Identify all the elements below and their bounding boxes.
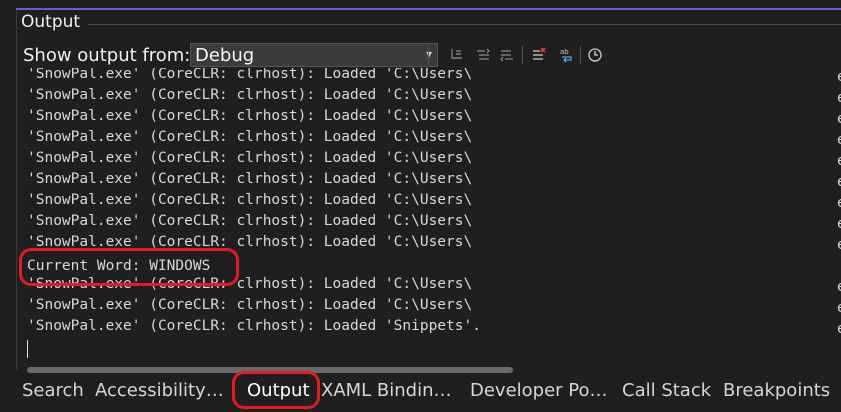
output-toolbar: Show output from: Debug ▾ ab (16, 40, 841, 70)
clipped-text: e (837, 237, 841, 253)
tool-window-tabs: Search Accessibility… Output XAML Bindin… (0, 374, 841, 412)
tab-xaml-binding[interactable]: XAML Bindin… (321, 380, 452, 401)
toolbar-separator (522, 46, 523, 64)
tab-breakpoints[interactable]: Breakpoints (723, 380, 830, 401)
output-line: 'SnowPal.exe' (CoreCLR: clrhost): Loaded… (27, 150, 473, 166)
panel-accent-line (16, 8, 841, 10)
clipped-text: e (837, 153, 841, 169)
clipped-text: e (837, 279, 841, 295)
clipped-text: e (837, 216, 841, 232)
show-output-label: Show output from: (23, 45, 191, 66)
toggle-timestamp-icon[interactable] (584, 44, 606, 66)
go-to-next-message-icon[interactable] (496, 44, 518, 66)
tab-developer-powershell[interactable]: Developer Po… (470, 380, 608, 401)
output-line: 'SnowPal.exe' (CoreCLR: clrhost): Loaded… (27, 87, 473, 103)
annotation-highlight-current-word (19, 248, 239, 286)
title-divider (88, 24, 841, 25)
toolbar-separator (580, 46, 581, 64)
output-line: 'SnowPal.exe' (CoreCLR: clrhost): Loaded… (27, 108, 473, 124)
output-line: 'SnowPal.exe' (CoreCLR: clrhost): Loaded… (27, 213, 473, 229)
clipped-text: e (837, 195, 841, 211)
clipped-text: e (837, 300, 841, 316)
output-line: 'SnowPal.exe' (CoreCLR: clrhost): Loaded… (27, 318, 481, 334)
tab-accessibility[interactable]: Accessibility… (95, 380, 224, 401)
output-text-area[interactable]: 'SnowPal.exe' (CoreCLR: clrhost): Loaded… (17, 68, 841, 364)
annotation-highlight-output-tab (232, 371, 320, 409)
output-line: 'SnowPal.exe' (CoreCLR: clrhost): Loaded… (27, 171, 473, 187)
clipped-text: e (837, 321, 841, 337)
output-line: 'SnowPal.exe' (CoreCLR: clrhost): Loaded… (27, 297, 473, 313)
output-line: 'SnowPal.exe' (CoreCLR: clrhost): Loaded… (27, 68, 473, 82)
clipped-text: e (837, 111, 841, 127)
toolbar-separator (428, 46, 429, 64)
clipped-text: e (837, 174, 841, 190)
output-line: 'SnowPal.exe' (CoreCLR: clrhost): Loaded… (27, 129, 473, 145)
clear-all-icon[interactable] (528, 44, 550, 66)
text-caret (27, 340, 28, 358)
output-source-value: Debug (195, 45, 255, 66)
go-to-previous-message-icon[interactable] (472, 44, 494, 66)
clipped-text: e (837, 132, 841, 148)
clipped-text: e (837, 69, 841, 85)
tab-call-stack[interactable]: Call Stack (622, 380, 711, 401)
panel-title: Output (21, 12, 81, 32)
find-message-in-code-icon[interactable] (446, 44, 468, 66)
output-line: 'SnowPal.exe' (CoreCLR: clrhost): Loaded… (27, 192, 473, 208)
toggle-word-wrap-icon[interactable]: ab (556, 44, 578, 66)
tab-search[interactable]: Search (22, 380, 84, 401)
clipped-text: e (837, 90, 841, 106)
output-source-dropdown[interactable]: Debug ▾ (190, 43, 438, 67)
svg-text:ab: ab (560, 48, 569, 56)
